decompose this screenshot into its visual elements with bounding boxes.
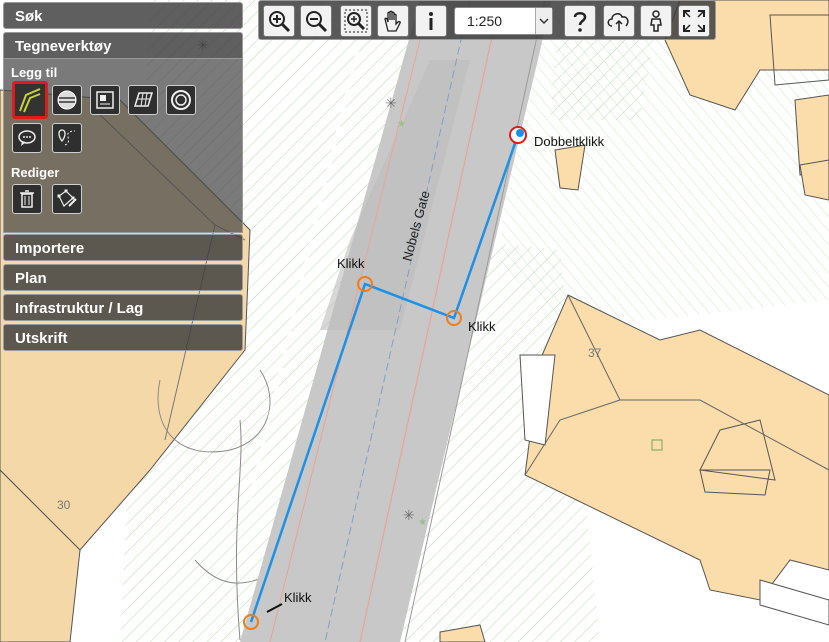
line-tool-icon: [19, 88, 41, 113]
draw-road-button[interactable]: [52, 85, 82, 115]
add-marker-button[interactable]: [52, 123, 82, 153]
circle-tool-icon: [171, 90, 191, 110]
add-comment-button[interactable]: [12, 123, 42, 153]
click-label-2: Klikk: [337, 256, 365, 271]
draw-area-button[interactable]: [128, 85, 158, 115]
building-tool-icon: [96, 91, 114, 109]
zoom-out-icon: [306, 11, 328, 33]
draw-building-button[interactable]: [90, 85, 120, 115]
svg-text:★: ★: [397, 119, 406, 130]
edit-vertices-icon: [57, 189, 77, 207]
trash-icon: [20, 190, 34, 208]
svg-text:✳: ✳: [385, 96, 397, 112]
draw-line-button[interactable]: [12, 81, 48, 119]
double-click-dot: [516, 129, 524, 137]
draw-tools-section-header[interactable]: Tegneverktøy: [3, 32, 243, 59]
street-view-button[interactable]: [640, 5, 672, 37]
scale-select[interactable]: 1:250: [454, 7, 553, 35]
help-button[interactable]: [564, 5, 596, 37]
grid-area-icon: [133, 92, 154, 107]
pan-button[interactable]: [377, 5, 409, 37]
delete-button[interactable]: [12, 184, 42, 214]
building-number-30: 30: [57, 498, 71, 512]
import-section-header[interactable]: Importere: [3, 234, 243, 261]
infrastructure-section-header[interactable]: Infrastruktur / Lag: [3, 294, 243, 321]
info-button[interactable]: [415, 5, 447, 37]
building-number-37: 37: [588, 346, 602, 360]
zoom-in-button[interactable]: [263, 5, 295, 37]
zoom-out-button[interactable]: [300, 5, 332, 37]
chevron-down-icon[interactable]: [535, 8, 552, 34]
info-icon: [429, 12, 433, 30]
draw-circle-button[interactable]: [166, 85, 196, 115]
fullscreen-button[interactable]: [678, 5, 710, 37]
svg-text:✳: ✳: [403, 508, 415, 524]
click-label-1: Klikk: [284, 590, 312, 605]
click-label-3: Klikk: [468, 319, 496, 334]
zoom-box-icon: [344, 9, 368, 33]
draw-tools-body: Legg til Rediger: [3, 59, 243, 233]
upload-button[interactable]: [603, 5, 635, 37]
scale-value: 1:250: [467, 13, 503, 29]
map-toolbar: 1:250: [258, 0, 716, 40]
print-section-header[interactable]: Utskrift: [3, 324, 243, 351]
person-icon: [650, 10, 662, 32]
fullscreen-icon: [683, 10, 705, 32]
cloud-upload-icon: [607, 13, 629, 31]
comment-icon: [18, 130, 36, 146]
zoom-in-icon: [269, 11, 291, 33]
map-marker-icon: [58, 129, 76, 146]
svg-text:★: ★: [418, 517, 427, 528]
edit-subheading: Rediger: [11, 165, 60, 180]
pan-hand-icon: [384, 10, 401, 32]
plan-section-header[interactable]: Plan: [3, 264, 243, 291]
road-tool-icon: [57, 90, 77, 110]
zoom-box-button[interactable]: [340, 5, 372, 37]
edit-vertices-button[interactable]: [52, 184, 82, 214]
search-section-header[interactable]: Søk: [3, 2, 243, 29]
double-click-label: Dobbeltklikk: [534, 134, 605, 149]
help-icon: [573, 12, 587, 32]
add-subheading: Legg til: [11, 65, 58, 80]
